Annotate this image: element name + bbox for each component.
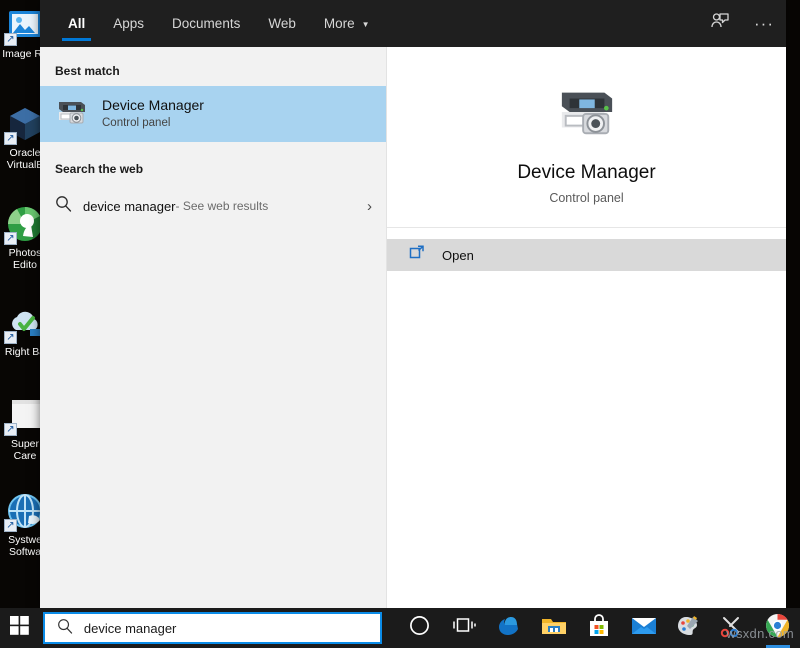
taskbar-mail[interactable]	[621, 608, 666, 648]
chrome-icon	[765, 613, 790, 643]
result-device-manager[interactable]: Device Manager Control panel	[40, 86, 386, 142]
more-options-button[interactable]: ···	[742, 0, 786, 47]
tab-label: Web	[268, 16, 296, 31]
cortana-circle-icon	[409, 615, 430, 641]
task-view-icon	[452, 616, 477, 641]
edge-icon	[496, 613, 522, 644]
shortcut-arrow-icon: ↗	[4, 423, 17, 436]
search-icon	[55, 195, 83, 217]
shortcut-arrow-icon: ↗	[4, 33, 17, 46]
search-icon	[57, 618, 73, 639]
tab-apps[interactable]: Apps	[99, 0, 158, 47]
search-tab-bar: All Apps Documents Web More ▼ ···	[40, 0, 786, 47]
chevron-right-icon: ›	[367, 197, 372, 215]
mail-envelope-icon	[631, 616, 657, 641]
taskbar-task-view[interactable]	[442, 608, 487, 648]
shortcut-arrow-icon: ↗	[4, 331, 17, 344]
result-text: Device Manager Control panel	[97, 97, 204, 131]
ellipsis-icon: ···	[754, 14, 774, 33]
search-flyout: All Apps Documents Web More ▼ ··· Best m…	[40, 0, 786, 608]
results-column: Best match Device Manager Control panel …	[40, 47, 386, 608]
tab-label: Documents	[172, 16, 241, 31]
preview-title: Device Manager	[517, 162, 656, 183]
search-body: Best match Device Manager Control panel …	[40, 47, 786, 608]
shortcut-arrow-icon: ↗	[4, 232, 17, 245]
best-match-heading: Best match	[55, 64, 120, 78]
open-action-button[interactable]: Open	[387, 239, 786, 271]
feedback-button[interactable]	[698, 0, 742, 47]
devices-and-printers-icon	[55, 97, 97, 132]
web-query-suffix: - See web results	[175, 199, 269, 213]
store-bag-icon	[588, 613, 610, 643]
open-external-icon	[409, 245, 426, 265]
taskbar: device manager	[0, 608, 800, 648]
taskbar-paint-3d[interactable]	[666, 608, 711, 648]
feedback-person-icon	[710, 11, 730, 36]
tab-label: All	[68, 16, 86, 31]
tab-all[interactable]: All	[54, 0, 99, 47]
header-spacer	[384, 0, 698, 47]
preview-column: Device Manager Control panel Open	[386, 47, 786, 608]
taskbar-google-chrome[interactable]	[755, 608, 800, 648]
start-button[interactable]	[0, 608, 39, 648]
search-input-value: device manager	[83, 620, 177, 636]
taskbar-microsoft-edge[interactable]	[487, 608, 532, 648]
paint-palette-icon	[675, 614, 701, 643]
tab-label: More	[323, 16, 355, 31]
devices-and-printers-icon	[554, 83, 620, 146]
taskbar-microsoft-store[interactable]	[576, 608, 621, 648]
shortcut-arrow-icon: ↗	[4, 132, 17, 145]
folder-icon	[541, 615, 567, 642]
tab-more[interactable]: More ▼	[310, 0, 384, 47]
web-query-text: device manager	[83, 198, 176, 214]
chevron-down-icon: ▼	[361, 20, 370, 29]
shortcut-arrow-icon: ↗	[4, 519, 17, 532]
tab-documents[interactable]: Documents	[158, 0, 254, 47]
tab-label: Apps	[113, 16, 145, 31]
preview-subtitle: Control panel	[549, 191, 624, 205]
search-the-web-heading: Search the web	[55, 162, 144, 176]
tab-web[interactable]: Web	[254, 0, 310, 47]
scissors-icon	[720, 614, 746, 643]
web-result-row[interactable]: device manager - See web results ›	[40, 184, 386, 228]
taskbar-file-explorer[interactable]	[532, 608, 577, 648]
taskbar-cortana[interactable]	[398, 608, 443, 648]
taskbar-snipping-tool[interactable]	[711, 608, 756, 648]
result-subtitle: Control panel	[102, 117, 171, 129]
result-title: Device Manager	[102, 97, 204, 113]
windows-logo-icon	[9, 616, 29, 640]
preview-gap	[387, 228, 786, 239]
preview-card: Device Manager Control panel	[387, 47, 786, 227]
taskbar-search-input[interactable]: device manager	[42, 612, 382, 644]
open-action-label: Open	[442, 247, 474, 263]
